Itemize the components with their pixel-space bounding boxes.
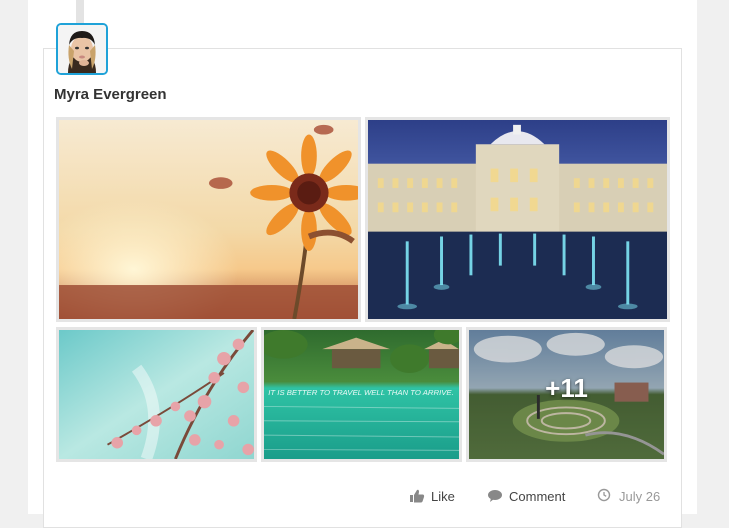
photo-hill-garden[interactable]: +11 xyxy=(466,327,667,462)
avatar[interactable] xyxy=(56,23,108,75)
comment-label: Comment xyxy=(509,488,566,504)
author-name[interactable]: Myra Evergreen xyxy=(54,86,167,103)
comment-button[interactable]: Comment xyxy=(487,488,565,504)
post-date: July 26 xyxy=(597,488,660,504)
clock-icon xyxy=(597,488,613,504)
like-label: Like xyxy=(431,488,455,504)
post-date-text: July 26 xyxy=(619,488,661,504)
more-photos-count[interactable]: +11 xyxy=(469,330,664,453)
comment-bubble-icon xyxy=(487,488,503,504)
photo-tropical-lagoon[interactable]: IT IS BETTER TO TRAVEL WELL THAN TO ARRI… xyxy=(261,327,462,462)
photo-sunflower[interactable] xyxy=(56,117,361,322)
photo-pink-blossoms[interactable] xyxy=(56,327,257,462)
photo-palace-fountains[interactable] xyxy=(365,117,670,322)
photo-caption: IT IS BETTER TO TRAVEL WELL THAN TO ARRI… xyxy=(268,388,454,397)
thumbs-up-icon xyxy=(409,488,425,504)
like-button[interactable]: Like xyxy=(409,488,455,504)
